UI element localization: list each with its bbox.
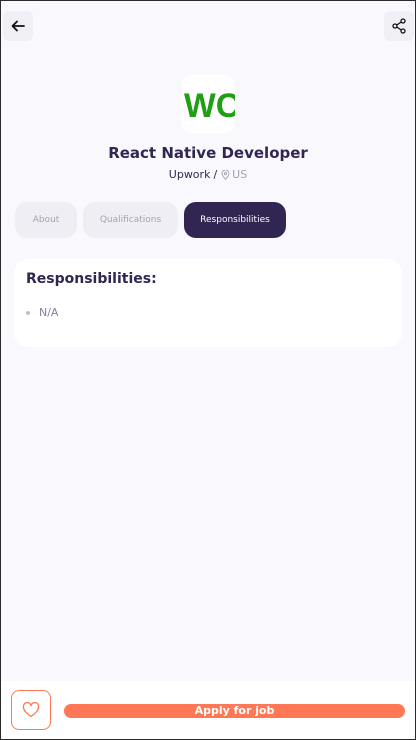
job-location: US [221, 168, 247, 181]
company-name: Upwork [168, 168, 211, 181]
share-button[interactable] [384, 11, 414, 41]
job-location-text: US [232, 168, 248, 181]
like-button[interactable] [11, 690, 51, 730]
job-meta: Upwork / US [1, 168, 415, 181]
tab-responsibilities[interactable]: Responsibilities [184, 202, 286, 238]
section-title: Responsibilities: [26, 271, 157, 287]
tab-qualifications[interactable]: Qualifications [83, 202, 178, 238]
responsibilities-card: Responsibilities: N/A [14, 259, 402, 347]
tab-about[interactable]: About [15, 202, 77, 238]
arrow-left-icon [11, 20, 25, 32]
list-item-text: N/A [39, 306, 59, 319]
apply-button[interactable]: Apply for job [64, 704, 405, 718]
heart-icon [22, 702, 40, 718]
bullet-dot [26, 310, 30, 315]
job-title: React Native Developer [108, 144, 308, 162]
list-item: N/A [26, 306, 58, 319]
meta-separator: / [213, 168, 218, 181]
back-button[interactable] [3, 11, 33, 41]
company-logo: WC [181, 75, 235, 133]
tab-bar: About Qualifications Responsibilities [15, 202, 292, 238]
footer-bar: Apply for job [1, 681, 415, 739]
job-details-screen: WC React Native Developer Upwork / US Ab… [0, 0, 416, 740]
company-logo-text: WC [184, 87, 235, 125]
share-icon [392, 18, 406, 34]
location-pin-icon [221, 169, 230, 180]
